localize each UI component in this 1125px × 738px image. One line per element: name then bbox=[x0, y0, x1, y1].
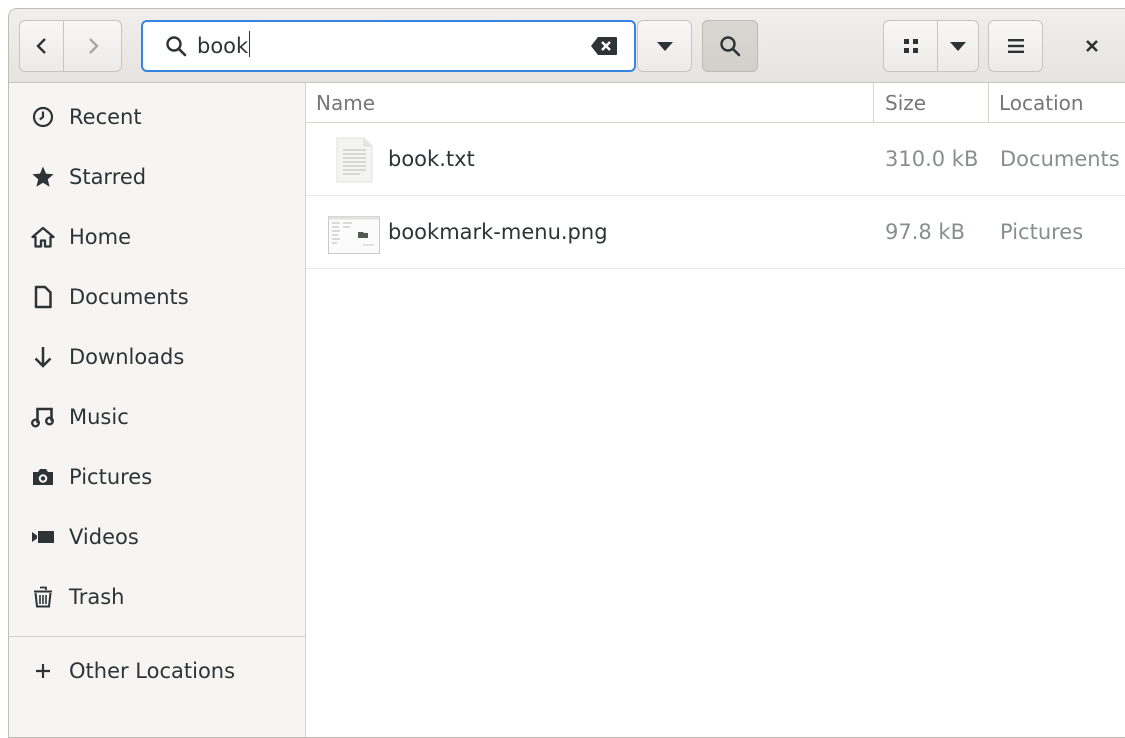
back-button[interactable] bbox=[19, 20, 64, 72]
places-sidebar: Recent Starred Home Documents Downloads bbox=[9, 83, 306, 737]
header-bar: book bbox=[9, 9, 1125, 83]
music-note-icon bbox=[31, 405, 55, 429]
sidebar-item-pictures[interactable]: Pictures bbox=[9, 447, 306, 507]
sidebar-item-label: Pictures bbox=[69, 465, 153, 489]
sidebar-item-label: Other Locations bbox=[69, 659, 236, 683]
file-location: Documents bbox=[1000, 147, 1120, 171]
search-options-dropdown-button[interactable] bbox=[637, 20, 692, 72]
file-size: 97.8 kB bbox=[885, 220, 966, 244]
image-thumbnail-icon bbox=[328, 216, 380, 259]
chevron-left-icon bbox=[35, 37, 49, 55]
close-icon bbox=[1085, 39, 1099, 53]
column-name-header[interactable]: Name bbox=[316, 83, 375, 123]
file-size: 310.0 kB bbox=[885, 147, 979, 171]
document-icon bbox=[31, 285, 55, 309]
sidebar-item-label: Videos bbox=[69, 525, 139, 549]
file-row[interactable]: book.txt 310.0 kB Documents bbox=[306, 123, 1125, 196]
sidebar-item-recent[interactable]: Recent bbox=[9, 87, 306, 147]
sidebar-item-other-locations[interactable]: Other Locations bbox=[9, 641, 306, 701]
view-mode-button[interactable] bbox=[883, 20, 938, 72]
search-icon bbox=[165, 35, 187, 57]
sidebar-item-label: Music bbox=[69, 405, 129, 429]
file-name: bookmark-menu.png bbox=[388, 220, 608, 244]
search-input[interactable]: book bbox=[141, 20, 636, 72]
column-location-header[interactable]: Location bbox=[988, 83, 1125, 123]
search-text: book bbox=[197, 34, 249, 58]
view-options-dropdown-button[interactable] bbox=[938, 20, 979, 72]
sidebar-item-label: Downloads bbox=[69, 345, 185, 369]
sidebar-item-label: Home bbox=[69, 225, 132, 249]
main-menu-button[interactable] bbox=[988, 20, 1043, 72]
sidebar-item-label: Documents bbox=[69, 285, 189, 309]
sidebar-item-downloads[interactable]: Downloads bbox=[9, 327, 306, 387]
column-header: Name Size Location bbox=[306, 83, 1125, 123]
trash-icon bbox=[31, 585, 55, 609]
sidebar-item-videos[interactable]: Videos bbox=[9, 507, 306, 567]
column-size-header[interactable]: Size bbox=[873, 83, 988, 123]
chevron-right-icon bbox=[86, 37, 100, 55]
search-toggle-button[interactable] bbox=[702, 20, 758, 72]
dropdown-arrow-icon bbox=[949, 40, 967, 52]
hamburger-menu-icon bbox=[1007, 38, 1025, 54]
dropdown-arrow-icon bbox=[656, 40, 674, 52]
plus-icon bbox=[31, 659, 55, 683]
grid-view-icon bbox=[903, 38, 919, 54]
sidebar-item-documents[interactable]: Documents bbox=[9, 267, 306, 327]
sidebar-item-label: Recent bbox=[69, 105, 142, 129]
sidebar-item-label: Starred bbox=[69, 165, 147, 189]
video-camera-icon bbox=[31, 525, 55, 549]
sidebar-item-music[interactable]: Music bbox=[9, 387, 306, 447]
sidebar-item-home[interactable]: Home bbox=[9, 207, 306, 267]
forward-button[interactable] bbox=[64, 20, 122, 72]
file-list-view: Name Size Location book.txt 310.0 kB Doc… bbox=[306, 83, 1125, 737]
text-caret bbox=[249, 31, 251, 57]
text-file-icon bbox=[336, 137, 374, 188]
close-button[interactable] bbox=[1067, 20, 1117, 72]
camera-icon bbox=[31, 465, 55, 489]
sidebar-item-label: Trash bbox=[69, 585, 125, 609]
clock-icon bbox=[31, 105, 55, 129]
search-icon bbox=[719, 35, 741, 57]
sidebar-separator bbox=[9, 636, 306, 637]
star-icon bbox=[31, 165, 55, 189]
file-chooser-window: book Recent Starred Home Documents Downl… bbox=[8, 8, 1125, 738]
clear-backspace-icon[interactable] bbox=[590, 36, 618, 61]
sidebar-item-starred[interactable]: Starred bbox=[9, 147, 306, 207]
file-location: Pictures bbox=[1000, 220, 1084, 244]
sidebar-item-trash[interactable]: Trash bbox=[9, 567, 306, 627]
home-icon bbox=[31, 225, 55, 249]
file-row[interactable]: bookmark-menu.png 97.8 kB Pictures bbox=[306, 196, 1125, 269]
file-name: book.txt bbox=[388, 147, 475, 171]
download-arrow-icon bbox=[31, 345, 55, 369]
